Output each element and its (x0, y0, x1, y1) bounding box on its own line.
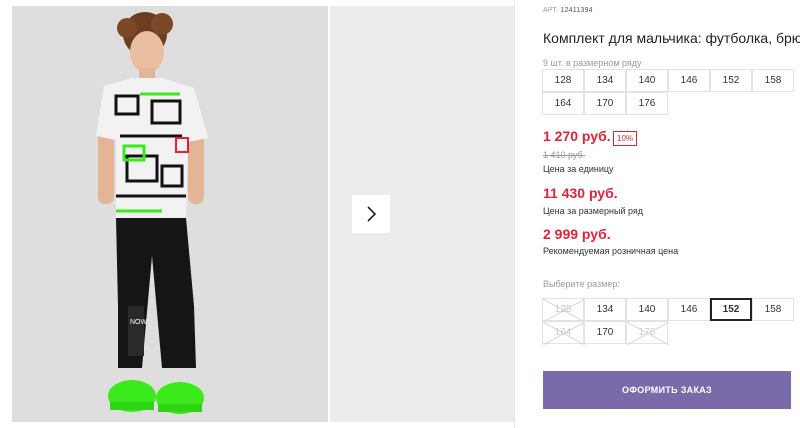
discount-badge: 10% (613, 131, 638, 146)
size-option[interactable]: 140 (626, 298, 668, 321)
svg-text:NOW: NOW (130, 319, 148, 326)
size-option-label: 176 (638, 327, 656, 338)
product-info: АРТ. 12411394 Комплект для мальчика: фут… (515, 0, 800, 428)
range-size-cell: 170 (584, 92, 626, 115)
size-option[interactable]: 146 (668, 298, 710, 321)
unit-price: 1 270 руб. (543, 128, 611, 144)
size-option[interactable]: 158 (752, 298, 794, 321)
range-price: 11 430 руб. (543, 185, 618, 201)
range-size-cell: 140 (626, 69, 668, 92)
size-option-label: 146 (680, 304, 698, 315)
size-option-label: 152 (722, 304, 740, 315)
order-button[interactable]: ОФОРМИТЬ ЗАКАЗ (543, 371, 791, 409)
chevron-right-icon (367, 206, 377, 222)
size-option-selected[interactable]: 152 (710, 298, 752, 321)
range-price-caption: Цена за размерный ряд (543, 206, 644, 216)
range-size-cell: 128 (542, 69, 584, 92)
product-title: Комплект для мальчика: футболка, брюки (543, 30, 800, 46)
size-option[interactable]: 170 (584, 321, 626, 344)
article-number: АРТ. 12411394 (543, 7, 593, 14)
size-option-label: 164 (554, 327, 572, 338)
range-size-cell: 134 (584, 69, 626, 92)
size-option-unavailable: 164 (542, 321, 585, 345)
article-label: АРТ. (543, 7, 559, 14)
range-size-cell: 146 (668, 69, 710, 92)
range-size-cell: 164 (542, 92, 584, 115)
product-photo[interactable]: NOW (12, 6, 328, 422)
size-option-label: 128 (554, 304, 572, 315)
next-photo-button[interactable] (352, 195, 390, 233)
boy-illustration: NOW (12, 6, 328, 422)
size-option-label: 170 (596, 327, 614, 338)
size-option-label: 158 (764, 304, 782, 315)
size-option-label: 140 (638, 304, 656, 315)
retail-price: 2 999 руб. (543, 226, 611, 242)
product-gallery: NOW (0, 0, 514, 428)
range-size-cell: 158 (752, 69, 794, 92)
size-option-unavailable: 176 (626, 321, 669, 345)
size-option-label: 134 (596, 304, 614, 315)
range-size-cell: 152 (710, 69, 752, 92)
choose-size-label: Выберите размер: (543, 279, 620, 289)
size-option-unavailable: 128 (542, 298, 585, 322)
article-value: 12411394 (560, 7, 593, 14)
old-price: 1 410 руб. (543, 150, 586, 160)
size-option[interactable]: 134 (584, 298, 626, 321)
range-size-cell: 176 (626, 92, 668, 115)
retail-price-caption: Рекомендуемая розничная цена (543, 246, 679, 256)
size-range-label: 9 шт. в размерном ряду (543, 58, 642, 68)
unit-price-caption: Цена за единицу (543, 164, 614, 174)
